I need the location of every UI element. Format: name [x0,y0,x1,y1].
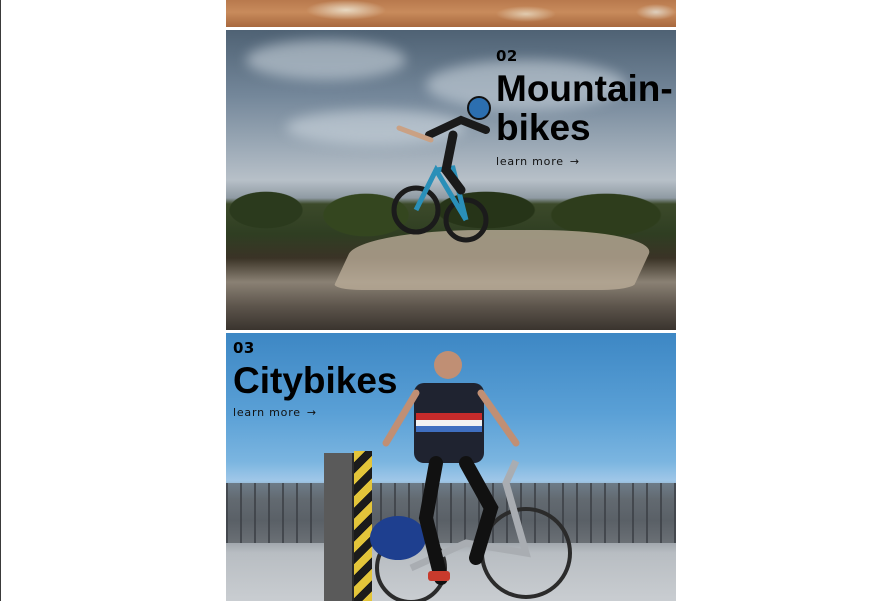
tile-title-line1: Mountain- [496,68,673,109]
tile-title-line2: bikes [496,107,591,148]
tile-number: 03 [233,339,255,357]
learn-more-link[interactable]: learn more → [233,406,317,419]
city-biker-figure [370,351,572,601]
learn-more-label: learn more [233,406,301,419]
category-tile-top-cropped[interactable] [226,0,676,27]
mountain-biker-figure [391,96,491,243]
arrow-right-icon: → [569,155,580,168]
category-list: 02 Mountain- bikes learn more → 03 Cityb… [226,0,676,601]
learn-more-label: learn more [496,155,564,168]
arrow-right-icon: → [306,406,317,419]
category-tile-mountainbikes[interactable]: 02 Mountain- bikes learn more → [226,30,676,330]
learn-more-link[interactable]: learn more → [496,155,580,168]
category-tile-citybikes[interactable]: 03 Citybikes learn more → [226,333,676,601]
page-left-border [0,0,1,601]
tile-title: Citybikes [233,360,398,401]
desert-ground-photo [226,0,676,27]
tile-number: 02 [496,47,518,65]
